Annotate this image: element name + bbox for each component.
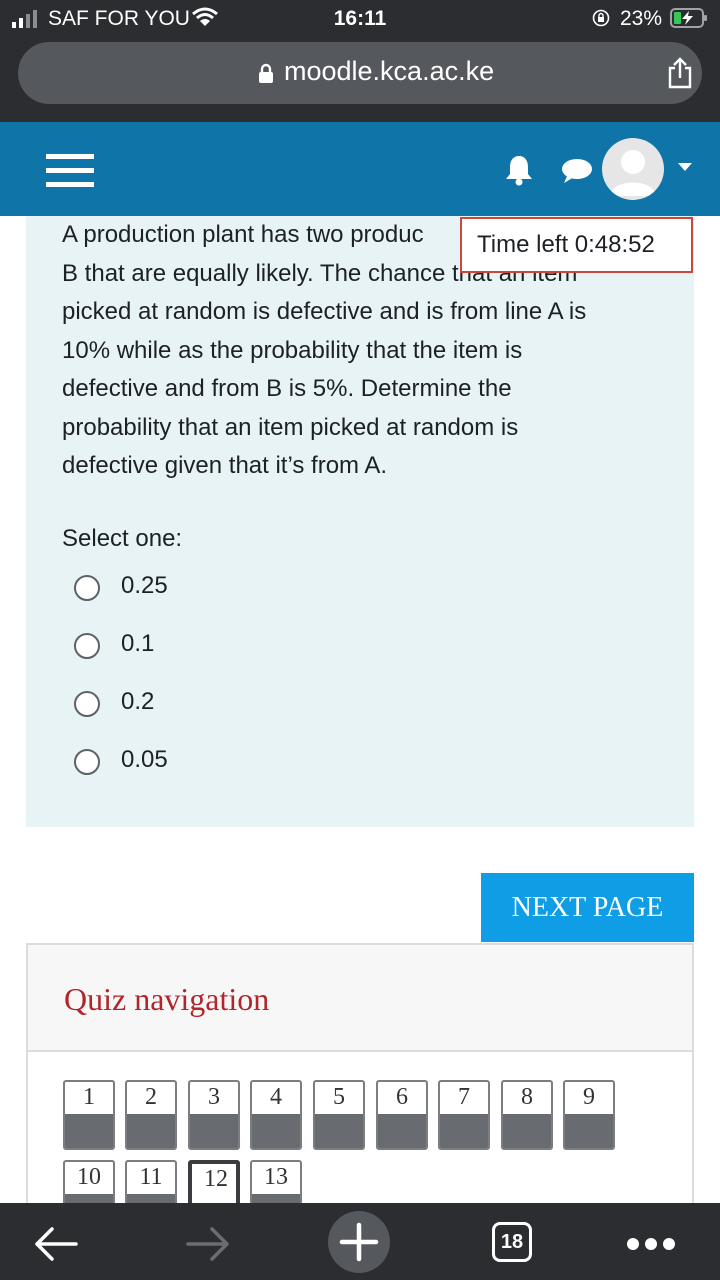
- question-nav-button[interactable]: 4: [250, 1080, 302, 1150]
- quiz-timer: Time left 0:48:52: [460, 217, 693, 273]
- answer-status-fill: [190, 1114, 238, 1148]
- quiz-navigation-title: Quiz navigation: [64, 981, 270, 1017]
- answer-status-fill: [503, 1114, 551, 1148]
- orientation-lock-icon: [592, 9, 610, 27]
- question-line: defective and from B is 5%. Determine th…: [62, 375, 512, 402]
- quiz-navigation-block: Quiz navigation 1 2 3 4 5 6 7 8 9 10 11 …: [26, 943, 694, 1243]
- status-time: 16:11: [333, 7, 387, 30]
- answer-status-fill: [252, 1114, 300, 1148]
- question-nav-button[interactable]: 3: [188, 1080, 240, 1150]
- question-number: 12: [204, 1166, 228, 1192]
- status-bar: SAF FOR YOU 16:11 23%: [0, 0, 720, 40]
- plus-icon: [339, 1222, 379, 1262]
- question-nav-button[interactable]: 9: [563, 1080, 615, 1150]
- share-icon[interactable]: [666, 57, 694, 89]
- battery-percent: 23%: [620, 7, 663, 30]
- answer-option[interactable]: 0.1: [74, 630, 374, 660]
- question-number: 7: [458, 1084, 470, 1110]
- address-bar[interactable]: moodle.kca.ac.ke: [18, 42, 702, 104]
- question-number: 4: [270, 1084, 282, 1110]
- user-icon: [610, 150, 656, 196]
- user-avatar[interactable]: [602, 138, 664, 200]
- question-line: 10% while as the probability that the it…: [62, 336, 523, 364]
- answer-option-label: 0.1: [121, 630, 155, 657]
- radio-button[interactable]: [74, 691, 100, 717]
- next-page-button[interactable]: NEXT PAGE: [481, 873, 694, 942]
- question-nav-button[interactable]: 7: [438, 1080, 490, 1150]
- answer-status-fill: [440, 1114, 488, 1148]
- new-tab-button[interactable]: [328, 1211, 390, 1273]
- answer-option[interactable]: 0.05: [74, 746, 374, 776]
- notification-bell-icon[interactable]: [504, 154, 534, 186]
- menu-icon[interactable]: [46, 152, 94, 188]
- browser-toolbar: 18: [0, 1203, 720, 1280]
- question-line: probability that an item picked at rando…: [62, 413, 519, 441]
- answer-status-fill: [378, 1114, 426, 1148]
- answer-option-label: 0.2: [121, 688, 155, 715]
- question-number: 5: [333, 1084, 345, 1110]
- question-nav-button[interactable]: 1: [63, 1080, 115, 1150]
- url-text: moodle.kca.ac.ke: [284, 56, 495, 86]
- chevron-down-icon[interactable]: [678, 162, 692, 172]
- battery-charging-icon: [670, 8, 707, 28]
- question-nav-button[interactable]: 6: [376, 1080, 428, 1150]
- browser-chrome: SAF FOR YOU 16:11 23% moodle.kca.ac.ke: [0, 0, 720, 122]
- question-number: 13: [264, 1164, 288, 1190]
- question-number: 1: [83, 1084, 95, 1110]
- screen: SAF FOR YOU 16:11 23% moodle.kca.ac.ke A…: [0, 0, 720, 1280]
- back-arrow-icon[interactable]: [34, 1225, 78, 1263]
- tab-count-button[interactable]: 18: [492, 1222, 532, 1262]
- question-number: 2: [145, 1084, 157, 1110]
- question-number: 11: [139, 1164, 163, 1190]
- question-nav-button[interactable]: 8: [501, 1080, 553, 1150]
- question-number: 8: [521, 1084, 533, 1110]
- answer-option-label: 0.25: [121, 572, 168, 599]
- radio-button[interactable]: [74, 633, 100, 659]
- question-number: 3: [208, 1084, 220, 1110]
- question-line: picked at random is defective and is fro…: [62, 298, 587, 325]
- more-options-icon[interactable]: [626, 1237, 676, 1251]
- forward-arrow-icon[interactable]: [186, 1225, 230, 1263]
- site-navbar: [0, 122, 720, 216]
- answer-option-label: 0.05: [121, 746, 168, 773]
- radio-button[interactable]: [74, 749, 100, 775]
- answer-option[interactable]: 0.2: [74, 688, 374, 718]
- select-one-label: Select one:: [62, 525, 183, 552]
- answer-option[interactable]: 0.25: [74, 572, 374, 602]
- answer-status-fill: [127, 1114, 175, 1148]
- question-number: 6: [396, 1084, 408, 1110]
- answer-status-fill: [565, 1114, 613, 1148]
- question-nav-button[interactable]: 2: [125, 1080, 177, 1150]
- quiz-navigation-header: Quiz navigation: [28, 945, 692, 1052]
- question-number: 10: [77, 1164, 101, 1190]
- messages-icon[interactable]: [560, 158, 592, 184]
- answer-status-fill: [65, 1114, 113, 1148]
- question-nav-button[interactable]: 5: [313, 1080, 365, 1150]
- answer-status-fill: [315, 1114, 363, 1148]
- question-number: 9: [583, 1084, 595, 1110]
- radio-button[interactable]: [74, 575, 100, 601]
- question-line: defective given that it’s from A.: [62, 452, 388, 479]
- lock-icon: [259, 63, 273, 83]
